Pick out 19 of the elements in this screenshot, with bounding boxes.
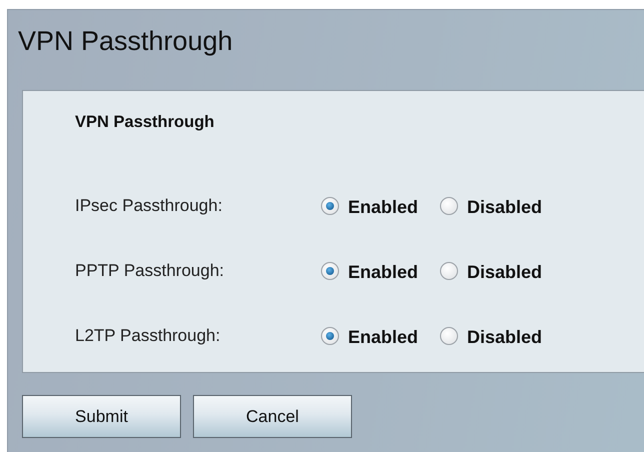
submit-button[interactable]: Submit xyxy=(22,395,181,438)
field-label: IPsec Passthrough: xyxy=(75,196,224,216)
page-title: VPN Passthrough xyxy=(17,25,234,58)
radio-label: Enabled xyxy=(348,262,418,282)
radio-button[interactable] xyxy=(321,196,339,214)
radio-label: Disabled xyxy=(467,196,542,218)
radio-button[interactable] xyxy=(440,262,458,280)
radio-label: Enabled xyxy=(348,196,418,218)
radio-button[interactable] xyxy=(321,326,339,344)
radio-label: Enabled xyxy=(348,326,418,348)
section-heading: VPN Passthrough xyxy=(75,113,216,133)
cancel-button[interactable]: Cancel xyxy=(193,395,352,438)
radio-label: Disabled xyxy=(467,262,542,282)
field-label: L2TP Passthrough: xyxy=(75,326,222,346)
radio-button[interactable] xyxy=(321,262,339,280)
radio-label: Disabled xyxy=(467,326,542,348)
field-label: PPTP Passthrough: xyxy=(75,260,225,280)
radio-button[interactable] xyxy=(440,196,458,214)
radio-button[interactable] xyxy=(440,326,458,344)
